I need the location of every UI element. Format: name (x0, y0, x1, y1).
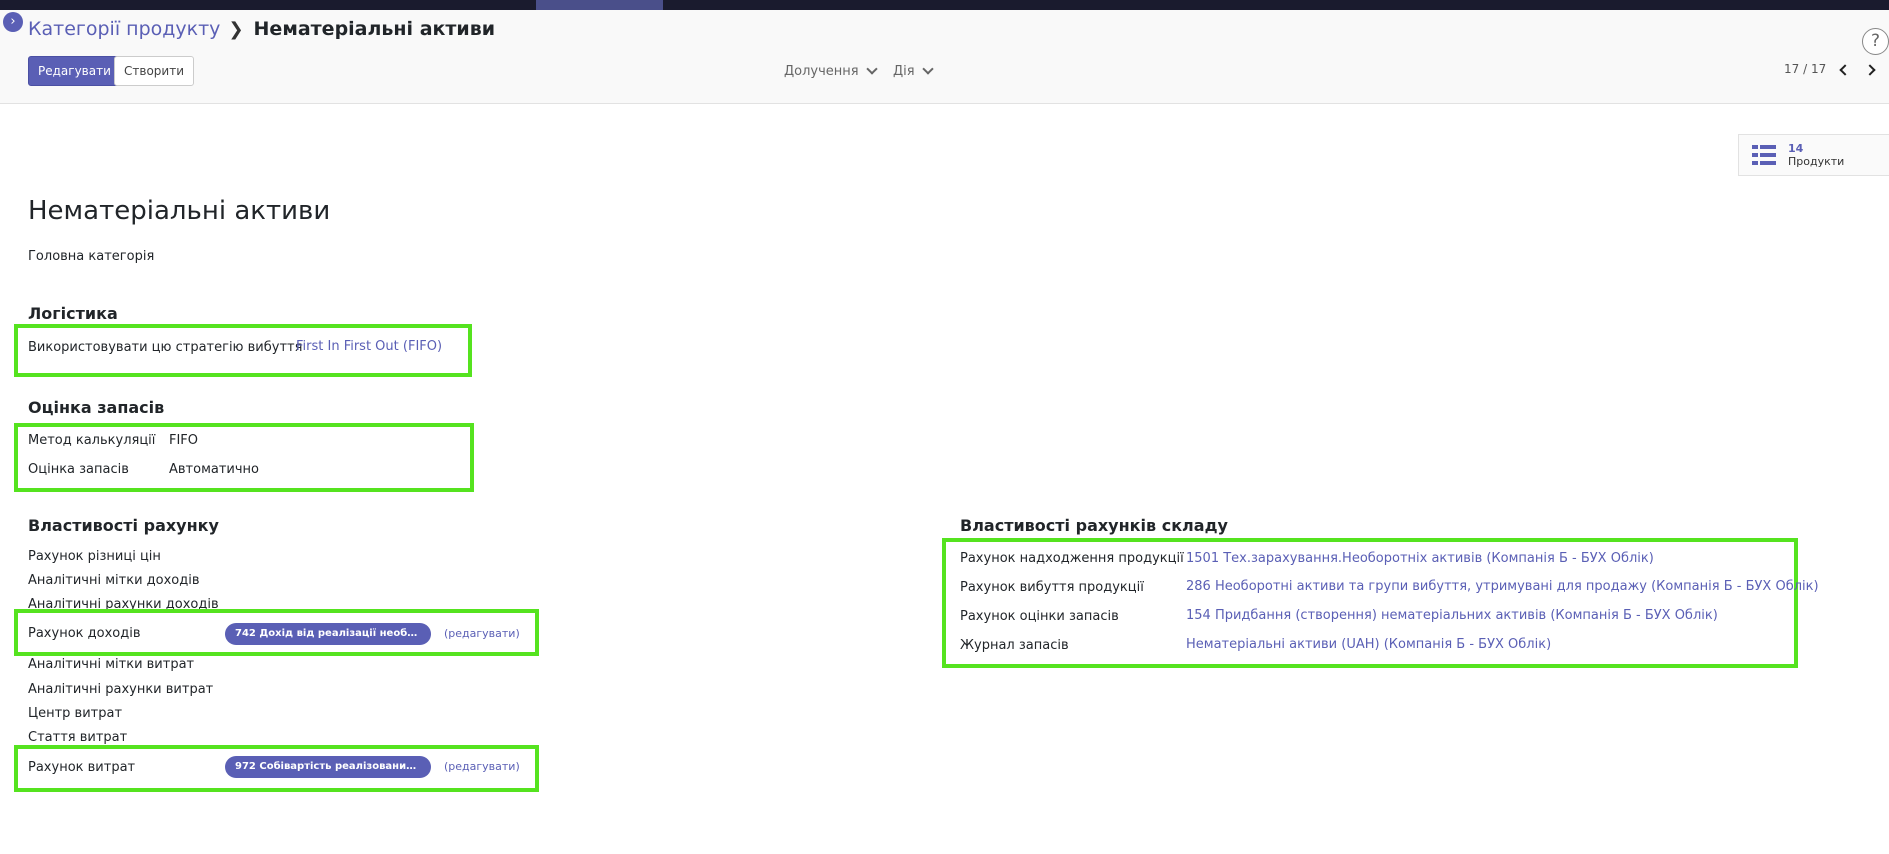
breadcrumb-current: Нематеріальні активи (253, 18, 496, 40)
stock-journal-value[interactable]: Нематеріальні активи (UAH) (Компанія Б -… (1186, 637, 1551, 652)
expense-account-edit-link[interactable]: (редагувати) (444, 760, 520, 773)
expense-analytic-tags-label: Аналітичні мітки витрат (28, 657, 195, 672)
valuation-section-title: Оцінка запасів (28, 398, 165, 417)
top-navbar (0, 0, 1889, 10)
parent-category-field: Головна категорія (28, 249, 155, 264)
income-account-label: Рахунок доходів (28, 626, 141, 641)
expense-item-label: Стаття витрат (28, 730, 128, 745)
products-label: Продукти (1788, 155, 1845, 168)
income-account-edit-link[interactable]: (редагувати) (444, 627, 520, 640)
expense-analytic-accounts-label: Аналітичні рахунки витрат (28, 682, 214, 697)
attachments-dropdown[interactable]: Долучення (784, 63, 878, 79)
list-icon (1752, 145, 1776, 165)
costing-method-value: FIFO (169, 433, 199, 448)
breadcrumb: Категорії продукту ❯ Нематеріальні актив… (28, 18, 495, 40)
account-properties-section-title: Властивості рахунку (28, 516, 219, 535)
expense-account-tag[interactable]: 972 Собівартість реалізованих необ... (225, 756, 431, 778)
breadcrumb-parent-link[interactable]: Категорії продукту (28, 18, 220, 40)
products-smart-button[interactable]: 14 Продукти (1738, 134, 1889, 176)
cost-center-label: Центр витрат (28, 706, 123, 721)
expense-account-label: Рахунок витрат (28, 760, 136, 775)
logistics-section-title: Логістика (28, 304, 118, 323)
inventory-valuation-value: Автоматично (169, 462, 260, 477)
chevron-right-icon: ❯ (228, 18, 244, 40)
stock-input-account-value[interactable]: 1501 Тех.зарахування.Необоротніх активів… (1186, 551, 1654, 566)
inventory-valuation-label: Оцінка запасів (28, 462, 129, 477)
chevron-down-icon (865, 63, 878, 75)
income-analytic-tags-label: Аналітичні мітки доходів (28, 573, 200, 588)
stock-input-account-label: Рахунок надходження продукції (960, 551, 1184, 566)
products-count: 14 (1788, 142, 1804, 155)
removal-strategy-value[interactable]: First In First Out (FIFO) (296, 339, 442, 354)
chevron-down-icon (921, 63, 934, 75)
costing-method-label: Метод калькуляції (28, 433, 156, 448)
create-button[interactable]: Створити (114, 56, 194, 86)
edit-button[interactable]: Редагувати (28, 56, 121, 86)
stock-journal-label: Журнал запасів (960, 638, 1069, 653)
help-icon[interactable]: ? (1862, 28, 1889, 55)
action-dropdown-label: Дія (893, 64, 915, 79)
stock-output-account-label: Рахунок вибуття продукції (960, 580, 1144, 595)
stock-valuation-account-value[interactable]: 154 Придбання (створення) нематеріальних… (1186, 608, 1718, 623)
stock-accounts-section-title: Властивості рахунків складу (960, 516, 1228, 535)
action-dropdown[interactable]: Дія (893, 63, 934, 79)
pager-value[interactable]: 17 / 17 (1784, 62, 1826, 76)
active-menu-tab[interactable] (536, 0, 663, 10)
attachments-dropdown-label: Долучення (784, 64, 859, 79)
price-difference-account-label: Рахунок різниці цін (28, 549, 161, 564)
stock-output-account-value[interactable]: 286 Необоротні активи та групи вибуття, … (1186, 579, 1819, 594)
chevron-right-icon[interactable]: › (3, 12, 23, 32)
stock-valuation-account-label: Рахунок оцінки запасів (960, 609, 1119, 624)
income-account-tag[interactable]: 742 Дохід від реалізації необоротн... (225, 623, 431, 645)
removal-strategy-label: Використовувати цю стратегію вибуття (28, 340, 303, 355)
record-title: Нематеріальні активи (28, 196, 331, 226)
